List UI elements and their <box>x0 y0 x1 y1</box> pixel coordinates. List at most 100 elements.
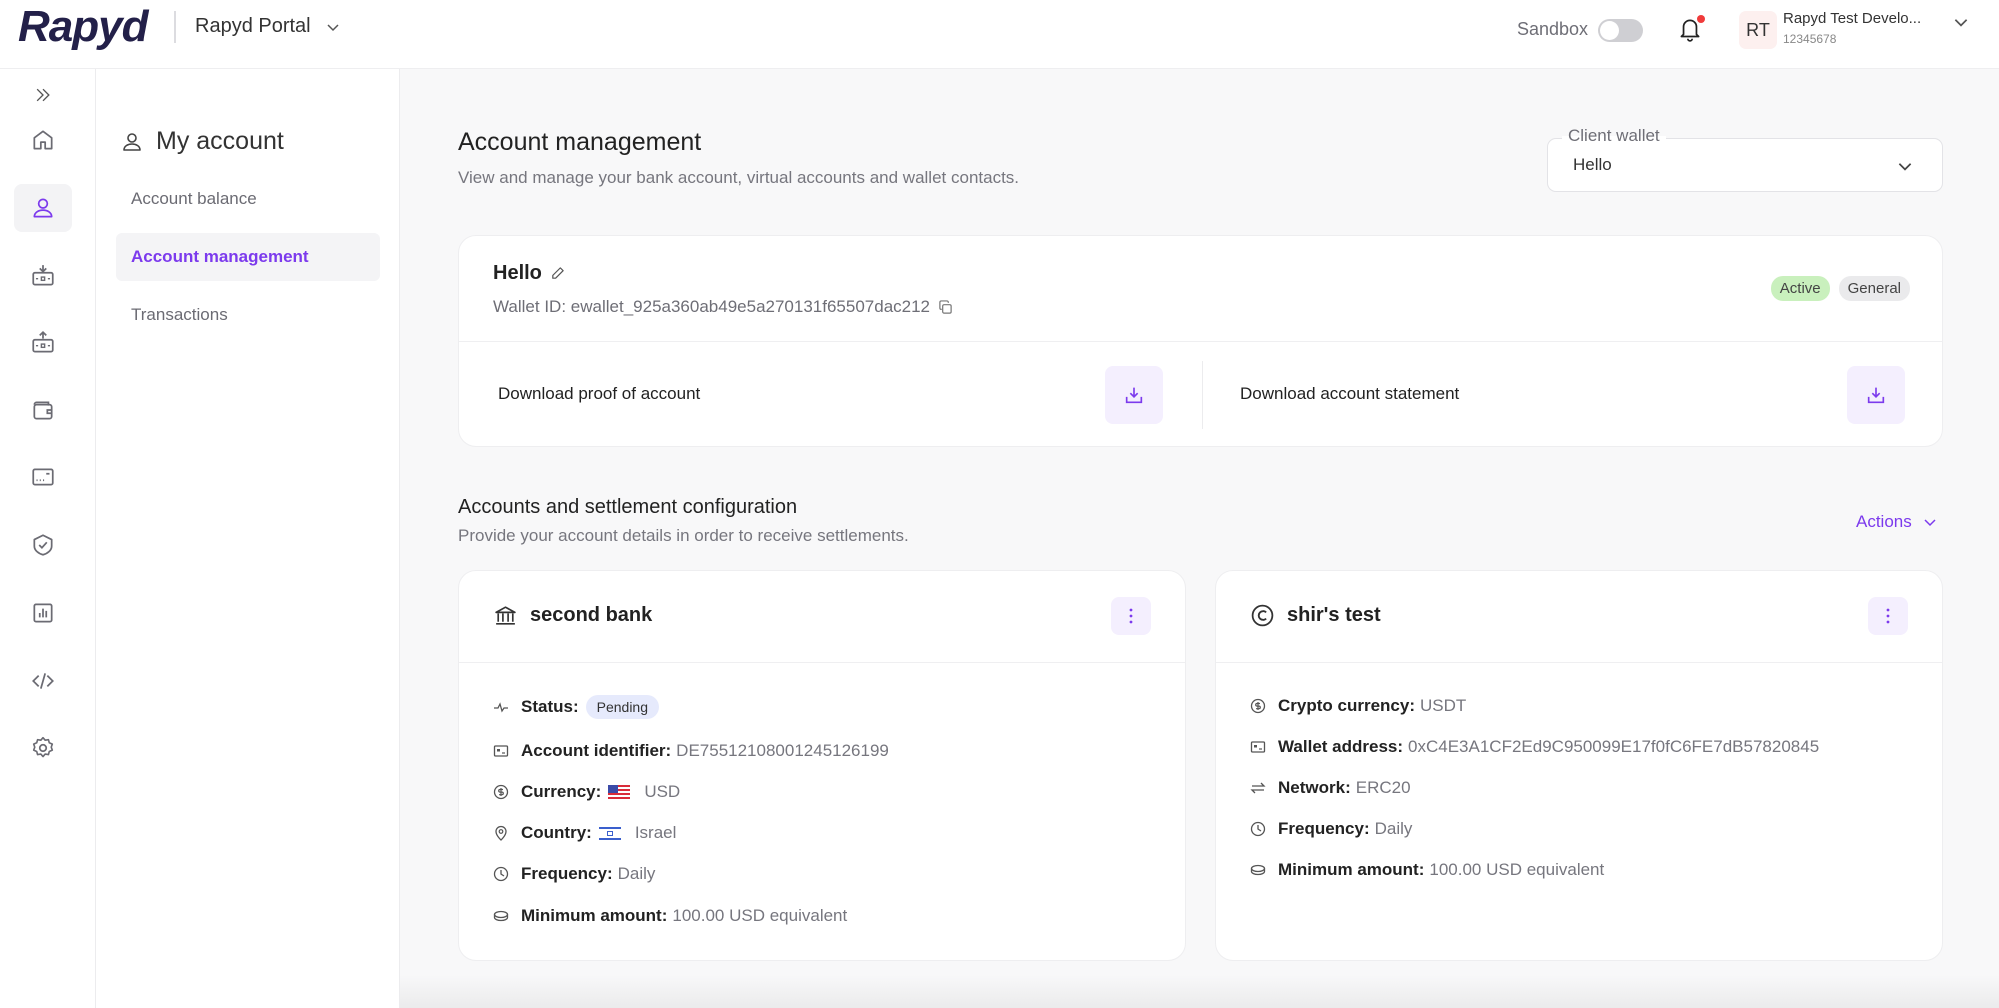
id-card-icon <box>493 745 509 757</box>
reports-icon <box>33 603 53 623</box>
wallet-badges: Active General <box>1770 276 1910 301</box>
chevron-down-icon <box>1898 163 1912 171</box>
detail-key: Currency: <box>521 782 602 801</box>
type-badge: General <box>1838 276 1910 301</box>
actions-label: Actions <box>1856 512 1912 531</box>
wallet-card: Hello Wallet ID: ewallet_925a360ab49e5a2… <box>458 235 1943 447</box>
swap-icon <box>1250 782 1266 794</box>
subnav-title-text: My account <box>156 127 284 155</box>
status-badge: Pending <box>585 695 660 719</box>
top-header: Rapyd Rapyd Portal Sandbox RT Rapyd Test… <box>0 0 1999 69</box>
detail-key: Crypto currency: <box>1278 696 1415 715</box>
detail-row-network: Network: ERC20 <box>1250 778 1411 798</box>
rail-item-my-account[interactable] <box>14 184 72 232</box>
avatar[interactable]: RT <box>1739 11 1777 49</box>
account-card: shir's test Crypto currency: USDT Wallet… <box>1215 570 1943 961</box>
expand-sidebar-button[interactable] <box>14 71 72 119</box>
detail-row-wallet-address: Wallet address: 0xC4E3A1CF2Ed9C950099E17… <box>1250 737 1819 757</box>
download-statement-button[interactable] <box>1847 366 1905 424</box>
collect-icon <box>32 265 54 286</box>
toggle-knob <box>1600 21 1619 40</box>
copy-icon[interactable] <box>938 299 953 315</box>
detail-key: Minimum amount: <box>521 906 668 925</box>
download-proof-button[interactable] <box>1105 366 1163 424</box>
detail-value: Daily <box>617 864 656 883</box>
clock-icon <box>493 866 509 882</box>
dollar-icon <box>1250 698 1266 714</box>
detail-row-frequency: Frequency: Daily <box>493 864 655 884</box>
crypto-icon <box>1251 604 1274 627</box>
activity-icon <box>494 702 508 713</box>
sandbox-toggle[interactable] <box>1598 19 1643 42</box>
id-card-icon <box>1250 741 1266 753</box>
rail-item-compliance[interactable] <box>14 521 72 569</box>
rail-item-developers[interactable] <box>14 657 72 705</box>
rail-item-settings[interactable] <box>14 724 72 772</box>
detail-value: USDT <box>1419 696 1467 715</box>
account-card: second bank Status: Pending Account iden… <box>458 570 1186 961</box>
detail-key: Status: <box>521 697 579 716</box>
gear-icon <box>32 736 54 758</box>
subnav-item-transactions[interactable]: Transactions <box>116 291 380 339</box>
page-title: Account management <box>458 128 702 156</box>
shield-check-icon <box>33 534 53 556</box>
coins-icon <box>493 910 509 922</box>
chevron-down-icon[interactable] <box>1952 13 1970 31</box>
il-flag-icon <box>598 825 621 841</box>
user-icon <box>123 132 141 151</box>
subnav-title: My account <box>120 127 284 156</box>
rail-item-disburse[interactable] <box>14 319 72 367</box>
detail-key: Account identifier: <box>521 741 672 760</box>
disburse-icon <box>32 330 54 353</box>
us-flag-icon <box>608 784 631 800</box>
client-wallet-select[interactable]: Client wallet Hello <box>1547 126 1943 192</box>
rail-item-cards[interactable] <box>14 453 72 501</box>
icon-rail <box>0 69 96 1008</box>
account-card-header: shir's test <box>1250 603 1381 628</box>
user-id: 12345678 <box>1783 32 1837 46</box>
download-icon <box>1867 387 1885 404</box>
expand-icon <box>36 88 50 102</box>
scroll-fade <box>400 975 1999 1008</box>
download-icon <box>1125 387 1143 404</box>
chevron-down-icon[interactable] <box>325 19 341 35</box>
logo-divider <box>174 11 176 43</box>
detail-key: Country: <box>521 823 592 842</box>
divider <box>1216 662 1942 663</box>
detail-key: Frequency: <box>1278 819 1370 838</box>
rail-item-collect[interactable] <box>14 252 72 300</box>
detail-value: 0xC4E3A1CF2Ed9C950099E17f0fC6FE7dB578208… <box>1408 737 1820 756</box>
download-proof-label: Download proof of account <box>498 384 701 403</box>
detail-row-minimum-amount: Minimum amount: 100.00 USD equivalent <box>1250 860 1604 880</box>
kebab-icon <box>1886 608 1890 624</box>
actions-dropdown[interactable]: Actions <box>1856 512 1938 532</box>
detail-row-currency: Currency: USD <box>493 782 680 802</box>
rapyd-logo[interactable]: Rapyd <box>18 2 148 52</box>
account-menu-button[interactable] <box>1868 597 1908 635</box>
subnav-item-account-balance[interactable]: Account balance <box>116 175 380 223</box>
rail-item-wallets[interactable] <box>14 386 72 434</box>
portal-switcher-label[interactable]: Rapyd Portal <box>195 15 311 38</box>
coins-icon <box>1250 864 1266 876</box>
user-name[interactable]: Rapyd Test Develo... <box>1783 10 1921 27</box>
wallet-name-text: Hello <box>493 262 542 284</box>
status-badge: Active <box>1770 276 1830 301</box>
user-icon <box>33 198 53 218</box>
account-menu-button[interactable] <box>1111 597 1151 635</box>
rail-item-reports[interactable] <box>14 589 72 637</box>
detail-row-country: Country: Israel <box>493 823 676 843</box>
wallet-name: Hello <box>493 262 565 285</box>
clock-icon <box>1250 821 1266 837</box>
card-icon <box>32 468 54 486</box>
subnav-item-account-management[interactable]: Account management <box>116 233 380 281</box>
sandbox-label: Sandbox <box>1517 19 1589 39</box>
detail-value: 100.00 USD equivalent <box>672 906 848 925</box>
notification-dot <box>1697 15 1705 23</box>
pencil-icon[interactable] <box>550 266 565 281</box>
rail-item-home[interactable] <box>14 116 72 164</box>
chevron-down-icon <box>1924 519 1936 527</box>
detail-value: ERC20 <box>1355 778 1411 797</box>
detail-row-status: Status: Pending <box>493 695 660 719</box>
bank-icon <box>495 606 516 625</box>
client-wallet-label: Client wallet <box>1562 126 1666 146</box>
